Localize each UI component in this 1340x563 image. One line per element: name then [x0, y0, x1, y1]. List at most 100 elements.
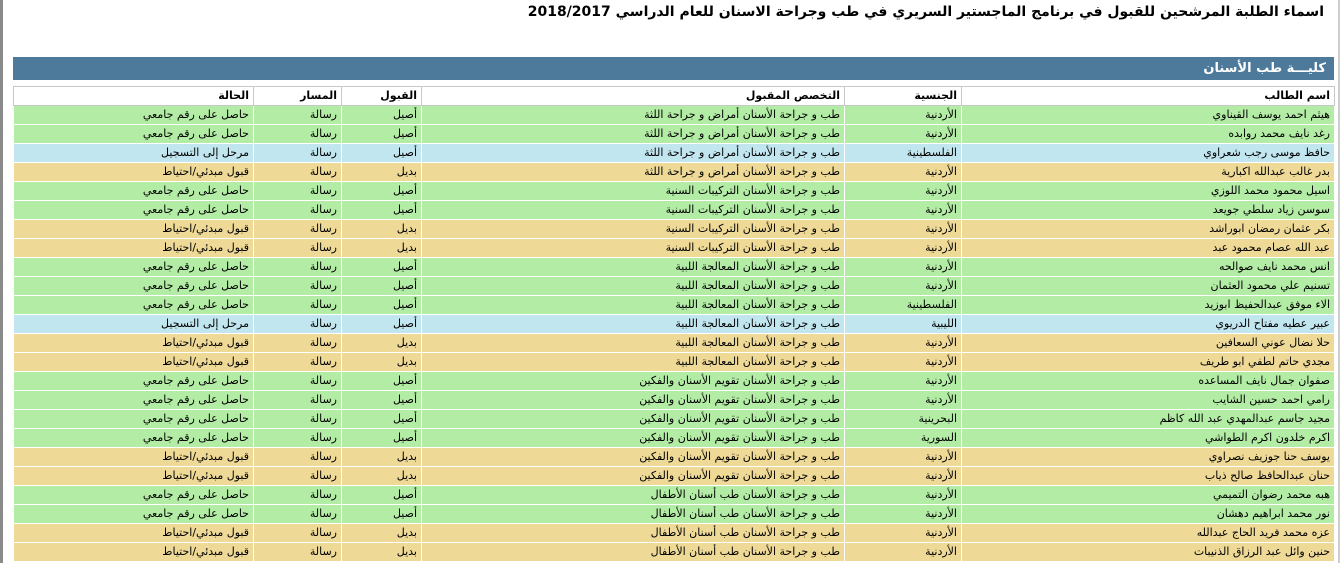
cell-name: نور محمد ابراهيم دهشان [961, 504, 1335, 524]
cell-status: قبول مبدئي/احتياط [13, 447, 254, 467]
cell-nationality: الأردنية [844, 390, 962, 410]
cell-nationality: الفلسطينية [844, 295, 962, 315]
cell-track: رسالة [253, 523, 342, 543]
cell-specialty: طب و جراحة الأسنان تقويم الأسنان والفكين [421, 428, 845, 448]
cell-name: رامي احمد حسين الشايب [961, 390, 1335, 410]
cell-status: قبول مبدئي/احتياط [13, 238, 254, 258]
cell-status: حاصل على رقم جامعي [13, 181, 254, 201]
cell-track: رسالة [253, 124, 342, 144]
cell-nationality: الأردنية [844, 542, 962, 562]
window-left-edge [0, 0, 3, 563]
table-row: مجيد جاسم عبدالمهدي عبد الله كاظم البحرين… [13, 409, 1335, 429]
cell-status: حاصل على رقم جامعي [13, 124, 254, 144]
cell-admission: بديل [341, 523, 422, 543]
cell-status: حاصل على رقم جامعي [13, 409, 254, 429]
cell-status: قبول مبدئي/احتياط [13, 466, 254, 486]
cell-nationality: الأردنية [844, 219, 962, 239]
table-row: رامي احمد حسين الشايب الأردنية طب و جراحة … [13, 390, 1335, 410]
cell-nationality: الأردنية [844, 352, 962, 372]
table-row: صفوان جمال نايف المساعده الأردنية طب و جرا… [13, 371, 1335, 391]
table-row: تسنيم علي محمود العثمان الأردنية طب و جراح… [13, 276, 1335, 296]
cell-admission: أصيل [341, 105, 422, 125]
cell-specialty: طب و جراحة الأسنان المعالجة اللبية [421, 333, 845, 353]
cell-nationality: الأردنية [844, 485, 962, 505]
cell-specialty: طب و جراحة الأسنان المعالجة اللبية [421, 352, 845, 372]
cell-name: هيثم احمد يوسف القيناوي [961, 105, 1335, 125]
col-header-admission: القبول [341, 86, 422, 106]
cell-track: رسالة [253, 219, 342, 239]
cell-nationality: الأردنية [844, 181, 962, 201]
cell-admission: بديل [341, 238, 422, 258]
cell-admission: بديل [341, 162, 422, 182]
cell-name: رغد نايف محمد روابده [961, 124, 1335, 144]
cell-track: رسالة [253, 390, 342, 410]
cell-specialty: طب و جراحة الأسنان طب أسنان الأطفال [421, 523, 845, 543]
cell-name: بدر غالب عبدالله اكبارية [961, 162, 1335, 182]
cell-status: حاصل على رقم جامعي [13, 276, 254, 296]
cell-nationality: الأردنية [844, 466, 962, 486]
table-row: مجدي حاتم لطفي ابو طريف الأردنية طب و جراح… [13, 352, 1335, 372]
cell-status: قبول مبدئي/احتياط [13, 352, 254, 372]
cell-track: رسالة [253, 238, 342, 258]
cell-admission: أصيل [341, 143, 422, 163]
table-row: انس محمد نايف صوالحه الأردنية طب و جراحة ا… [13, 257, 1335, 277]
cell-nationality: الأردنية [844, 200, 962, 220]
table-header-row: اسم الطالب الجنسية التخصص المقبول القبول… [13, 86, 1335, 106]
cell-status: مرحل إلى التسجيل [13, 143, 254, 163]
cell-nationality: الأردنية [844, 447, 962, 467]
cell-admission: أصيل [341, 314, 422, 334]
cell-status: حاصل على رقم جامعي [13, 200, 254, 220]
cell-name: عبير عطيه مفتاح الدريوي [961, 314, 1335, 334]
table-row: سوسن زياد سلطي جويعد الأردنية طب و جراحة ا… [13, 200, 1335, 220]
cell-nationality: الأردنية [844, 124, 962, 144]
cell-name: حنان عبدالحافظ صالح ذياب [961, 466, 1335, 486]
cell-status: حاصل على رقم جامعي [13, 485, 254, 505]
table-row: يوسف حنا جوزيف نصراوي الأردنية طب و جراحة … [13, 447, 1335, 467]
cell-admission: أصيل [341, 485, 422, 505]
cell-name: انس محمد نايف صوالحه [961, 257, 1335, 277]
cell-specialty: طب و جراحة الأسنان أمراض و جراحة اللثة [421, 143, 845, 163]
cell-admission: بديل [341, 352, 422, 372]
cell-status: قبول مبدئي/احتياط [13, 162, 254, 182]
faculty-name: كليـــة طب الأسنان [1203, 61, 1326, 76]
cell-name: مجيد جاسم عبدالمهدي عبد الله كاظم [961, 409, 1335, 429]
cell-status: قبول مبدئي/احتياط [13, 219, 254, 239]
cell-admission: بديل [341, 219, 422, 239]
cell-status: قبول مبدئي/احتياط [13, 333, 254, 353]
cell-name: عبد الله عصام محمود عبد [961, 238, 1335, 258]
cell-admission: بديل [341, 542, 422, 562]
cell-status: قبول مبدئي/احتياط [13, 542, 254, 562]
table-row: بكر عثمان رمضان ابوراشد الأردنية طب و جراح… [13, 219, 1335, 239]
cell-status: حاصل على رقم جامعي [13, 105, 254, 125]
cell-specialty: طب و جراحة الأسنان أمراض و جراحة اللثة [421, 162, 845, 182]
col-header-status: الحالة [13, 86, 254, 106]
cell-track: رسالة [253, 409, 342, 429]
cell-track: رسالة [253, 276, 342, 296]
cell-name: صفوان جمال نايف المساعده [961, 371, 1335, 391]
cell-specialty: طب و جراحة الأسنان تقويم الأسنان والفكين [421, 371, 845, 391]
table-row: عزه محمد فريد الحاج عبدالله الأردنية طب و … [13, 523, 1335, 543]
cell-nationality: الأردنية [844, 105, 962, 125]
cell-track: رسالة [253, 428, 342, 448]
cell-nationality: الأردنية [844, 257, 962, 277]
cell-admission: بديل [341, 333, 422, 353]
cell-track: رسالة [253, 466, 342, 486]
table-row: عبير عطيه مفتاح الدريوي الليبية طب و جراحة… [13, 314, 1335, 334]
col-header-track: المسار [253, 86, 342, 106]
cell-track: رسالة [253, 295, 342, 315]
cell-track: رسالة [253, 200, 342, 220]
cell-name: تسنيم علي محمود العثمان [961, 276, 1335, 296]
cell-name: حنين وائل عبد الرزاق الذنيبات [961, 542, 1335, 562]
cell-status: حاصل على رقم جامعي [13, 257, 254, 277]
page-title: اسماء الطلبة المرشحين للقبول في برنامج ا… [527, 4, 1324, 20]
cell-track: رسالة [253, 257, 342, 277]
cell-name: اسيل محمود محمد اللوزي [961, 181, 1335, 201]
cell-admission: أصيل [341, 276, 422, 296]
cell-admission: أصيل [341, 409, 422, 429]
cell-nationality: البحرينية [844, 409, 962, 429]
cell-admission: أصيل [341, 200, 422, 220]
cell-nationality: الأردنية [844, 333, 962, 353]
cell-specialty: طب و جراحة الأسنان طب أسنان الأطفال [421, 504, 845, 524]
cell-status: حاصل على رقم جامعي [13, 371, 254, 391]
cell-status: حاصل على رقم جامعي [13, 504, 254, 524]
